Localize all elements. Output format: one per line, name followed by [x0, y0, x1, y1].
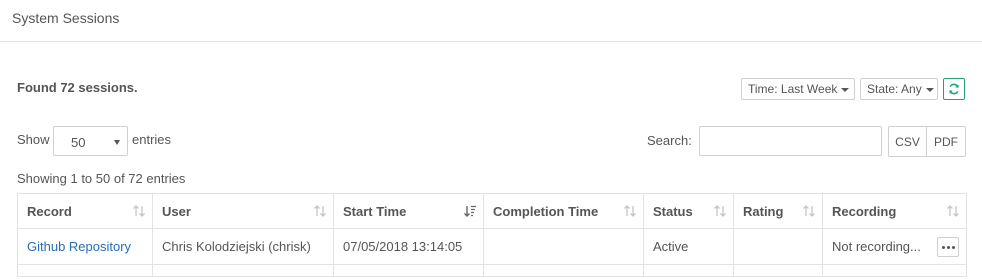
column-header-start-time[interactable]: Start Time [333, 193, 484, 229]
cell-rating [733, 228, 823, 265]
table-header-row: Record User Start Time Completion Time S… [17, 193, 967, 229]
caret-down-icon [114, 140, 120, 145]
sessions-found-count: Found 72 sessions. [17, 80, 138, 95]
sort-icon [314, 205, 326, 217]
page-header: System Sessions [0, 0, 982, 42]
row-actions-button[interactable] [937, 237, 959, 257]
show-label: Show [17, 132, 50, 147]
state-filter-label: State: Any [867, 82, 922, 96]
record-link[interactable]: Github Repository [27, 239, 131, 254]
column-label: Status [653, 203, 693, 219]
sort-icon [624, 205, 636, 217]
time-filter-label: Time: Last Week [748, 82, 838, 96]
refresh-button[interactable] [943, 78, 965, 100]
table-row: Github Repository Chris Kolodziejski (ch… [17, 228, 967, 265]
cell-status: Active [643, 228, 734, 265]
sort-descending-icon [464, 205, 476, 217]
pdf-export-button[interactable]: PDF [926, 126, 966, 157]
entries-per-page-select[interactable]: 50 [53, 126, 128, 156]
column-header-rating[interactable]: Rating [733, 193, 823, 229]
sort-icon [714, 205, 726, 217]
sort-icon [947, 205, 959, 217]
column-header-status[interactable]: Status [643, 193, 734, 229]
entries-per-page-value: 50 [71, 135, 86, 150]
sessions-table: Record User Start Time Completion Time S… [17, 193, 967, 277]
entries-label: entries [132, 132, 172, 147]
refresh-icon [949, 83, 959, 95]
recording-status: Not recording... [832, 239, 921, 254]
column-header-record[interactable]: Record [17, 193, 153, 229]
table-info: Showing 1 to 50 of 72 entries [17, 171, 186, 186]
search-label: Search: [647, 133, 692, 148]
cell-recording: Not recording... [822, 228, 967, 265]
column-label: Recording [832, 203, 897, 219]
cell-record: Github Repository [17, 228, 153, 265]
sort-icon [133, 205, 145, 217]
cell-start-time: 07/05/2018 13:14:05 [333, 228, 484, 265]
table-row [17, 264, 967, 277]
column-label: User [162, 203, 191, 219]
caret-down-icon [925, 87, 934, 92]
state-filter-dropdown[interactable]: State: Any [860, 78, 938, 100]
column-header-recording[interactable]: Recording [822, 193, 967, 229]
ellipsis-icon [941, 245, 956, 249]
column-label: Completion Time [493, 203, 599, 219]
csv-export-button[interactable]: CSV [888, 126, 927, 157]
search-input[interactable] [699, 126, 882, 156]
caret-down-icon [841, 87, 850, 92]
page-title: System Sessions [12, 10, 120, 26]
column-label: Start Time [343, 203, 407, 219]
column-header-user[interactable]: User [152, 193, 334, 229]
cell-user: Chris Kolodziejski (chrisk) [152, 228, 334, 265]
cell-completion-time [483, 228, 644, 265]
column-header-completion-time[interactable]: Completion Time [483, 193, 644, 229]
column-label: Rating [743, 203, 784, 219]
column-label: Record [27, 203, 72, 219]
time-filter-dropdown[interactable]: Time: Last Week [741, 78, 855, 100]
sort-icon [803, 205, 815, 217]
